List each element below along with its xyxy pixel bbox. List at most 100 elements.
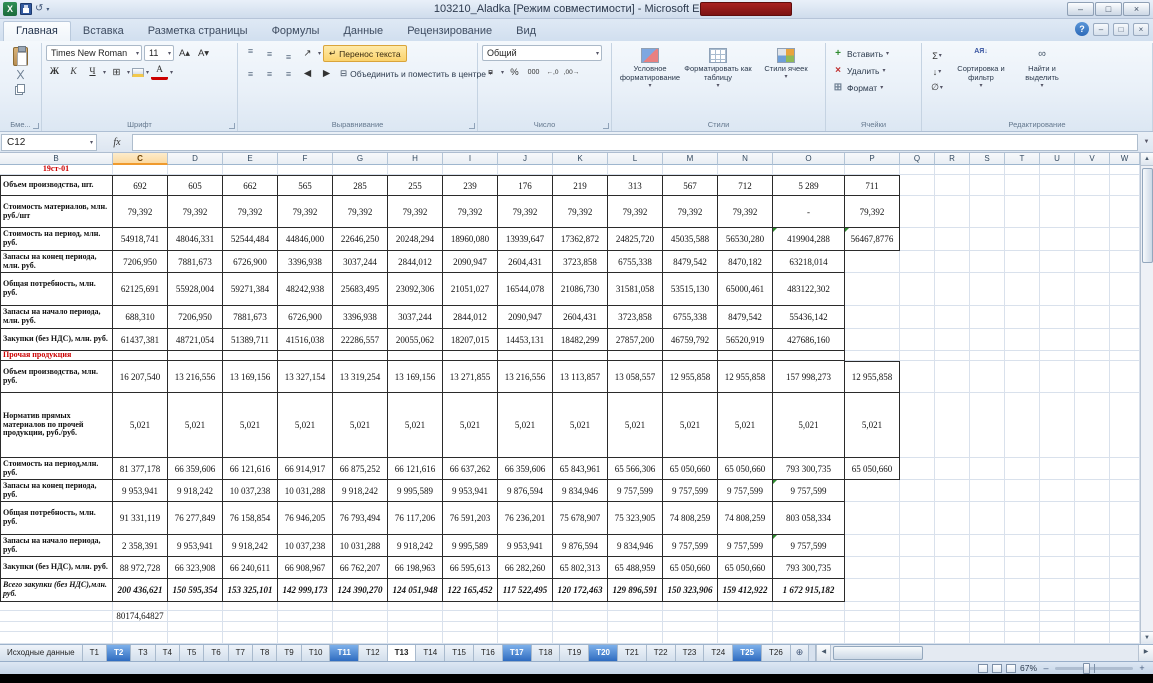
row-label-cell[interactable]: Объем производства, млн. руб. — [0, 361, 113, 393]
align-center-icon[interactable]: ≡ — [261, 66, 278, 82]
grid-cell[interactable] — [1075, 502, 1110, 535]
grid-cell[interactable]: 9 918,242 — [388, 535, 443, 557]
formula-input[interactable] — [132, 134, 1138, 151]
grid-cell[interactable] — [845, 602, 900, 611]
grid-cell[interactable]: 54918,741 — [113, 228, 168, 251]
grid-cell[interactable] — [935, 351, 970, 361]
grid-cell[interactable]: 20055,062 — [388, 329, 443, 351]
grid-cell[interactable] — [113, 165, 168, 175]
grid-cell[interactable] — [1040, 165, 1075, 175]
grid-cell[interactable] — [168, 351, 223, 361]
font-dialog-launcher[interactable] — [229, 123, 235, 129]
zoom-out-icon[interactable]: – — [1041, 663, 1051, 673]
grid-cell[interactable]: 793 300,735 — [773, 557, 845, 579]
grid-cell[interactable]: 5,021 — [223, 393, 278, 458]
insert-cells-button[interactable]: + Вставить ▾ — [830, 45, 917, 62]
grid-cell[interactable]: 55928,004 — [168, 273, 223, 306]
grid-cell[interactable] — [1005, 393, 1040, 458]
column-header-U[interactable]: U — [1040, 153, 1075, 165]
grid-cell[interactable] — [168, 632, 223, 644]
name-box-splitter[interactable] — [97, 134, 104, 151]
grid-cell[interactable] — [113, 351, 168, 361]
grid-cell[interactable] — [1110, 251, 1140, 273]
grid-cell[interactable] — [845, 622, 900, 632]
grid-cell[interactable] — [1040, 361, 1075, 393]
column-header-W[interactable]: W — [1110, 153, 1140, 165]
grid-cell[interactable] — [900, 602, 935, 611]
grid-cell[interactable]: 22646,250 — [333, 228, 388, 251]
grid-cell[interactable]: 76 277,849 — [168, 502, 223, 535]
grid-cell[interactable]: 13 169,156 — [388, 361, 443, 393]
grid-cell[interactable] — [900, 228, 935, 251]
cut-icon[interactable] — [15, 69, 26, 80]
grid-cell[interactable] — [388, 611, 443, 622]
grid-cell[interactable] — [970, 351, 1005, 361]
grid-cell[interactable] — [970, 458, 1005, 480]
comma-style-button[interactable]: 000 — [525, 64, 542, 80]
grid-cell[interactable] — [1005, 361, 1040, 393]
zoom-slider-thumb[interactable] — [1083, 663, 1090, 674]
grid-cell[interactable]: 9 918,242 — [333, 480, 388, 502]
grid-cell[interactable] — [1040, 622, 1075, 632]
grid-cell[interactable] — [970, 622, 1005, 632]
grid-cell[interactable]: 3723,858 — [553, 251, 608, 273]
grid-cell[interactable]: 17362,872 — [553, 228, 608, 251]
column-header-H[interactable]: H — [388, 153, 443, 165]
grid-cell[interactable]: 56467,8776 — [845, 228, 900, 251]
column-header-G[interactable]: G — [333, 153, 388, 165]
grid-cell[interactable] — [935, 175, 970, 196]
grid-cell[interactable] — [773, 351, 845, 361]
grid-cell[interactable]: 153 325,101 — [223, 579, 278, 602]
column-header-T[interactable]: T — [1005, 153, 1040, 165]
grid-cell[interactable]: 567 — [663, 175, 718, 196]
grid-cell[interactable] — [1005, 579, 1040, 602]
grid-cell[interactable] — [935, 361, 970, 393]
undo-icon[interactable]: ↺ — [35, 2, 43, 16]
row-label-cell[interactable]: Запасы на конец периода, млн. руб. — [0, 251, 113, 273]
grid-cell[interactable] — [168, 602, 223, 611]
clear-button[interactable]: ∅ ▾ — [926, 80, 948, 95]
grid-cell[interactable] — [900, 622, 935, 632]
grid-cell[interactable]: 79,392 — [718, 196, 773, 228]
grid-cell[interactable]: 5,021 — [333, 393, 388, 458]
row-label-cell[interactable]: 19ст-01 — [0, 165, 113, 175]
grid-cell[interactable]: 419904,288 — [773, 228, 845, 251]
name-box-dropdown-icon[interactable]: ▾ — [90, 139, 93, 146]
grid-cell[interactable] — [900, 393, 935, 458]
grid-cell[interactable]: 65 050,660 — [663, 557, 718, 579]
grid-cell[interactable]: 79,392 — [553, 196, 608, 228]
zoom-slider[interactable] — [1055, 667, 1133, 670]
grid-cell[interactable] — [1075, 273, 1110, 306]
grid-cell[interactable]: 48046,331 — [168, 228, 223, 251]
grid-cell[interactable]: 9 757,599 — [773, 480, 845, 502]
grid-cell[interactable]: 5,021 — [278, 393, 333, 458]
restore-button[interactable]: □ — [1095, 2, 1122, 16]
grid-cell[interactable]: 13 216,556 — [498, 361, 553, 393]
grid-cell[interactable] — [845, 579, 900, 602]
save-icon[interactable] — [20, 3, 32, 15]
grid-cell[interactable] — [935, 579, 970, 602]
grid-cell[interactable] — [900, 196, 935, 228]
grid-cell[interactable]: 21051,027 — [443, 273, 498, 306]
normal-view-icon[interactable] — [978, 664, 988, 673]
grid-cell[interactable]: 41516,038 — [278, 329, 333, 351]
sheet-tab-Т21[interactable]: Т21 — [618, 645, 647, 661]
grid-cell[interactable]: 13 058,557 — [608, 361, 663, 393]
borders-icon[interactable]: ⊞ — [108, 64, 125, 80]
grid-cell[interactable] — [970, 602, 1005, 611]
grid-cell[interactable]: 79,392 — [498, 196, 553, 228]
grid-cell[interactable] — [900, 632, 935, 644]
grid-cell[interactable]: 803 058,334 — [773, 502, 845, 535]
grid-cell[interactable]: 9 953,941 — [168, 535, 223, 557]
grid-cell[interactable]: 62125,691 — [113, 273, 168, 306]
grid-cell[interactable]: 662 — [223, 175, 278, 196]
grid-cell[interactable]: 7881,673 — [168, 251, 223, 273]
grid-cell[interactable] — [900, 458, 935, 480]
row-label-cell[interactable] — [0, 622, 113, 632]
grid-cell[interactable]: 56520,919 — [718, 329, 773, 351]
grid-cell[interactable] — [970, 175, 1005, 196]
borders-dropdown-icon[interactable]: ▾ — [127, 69, 130, 76]
grid-cell[interactable] — [1040, 480, 1075, 502]
grid-cell[interactable]: 44846,000 — [278, 228, 333, 251]
row-label-cell[interactable]: Прочая продукция — [0, 351, 113, 361]
